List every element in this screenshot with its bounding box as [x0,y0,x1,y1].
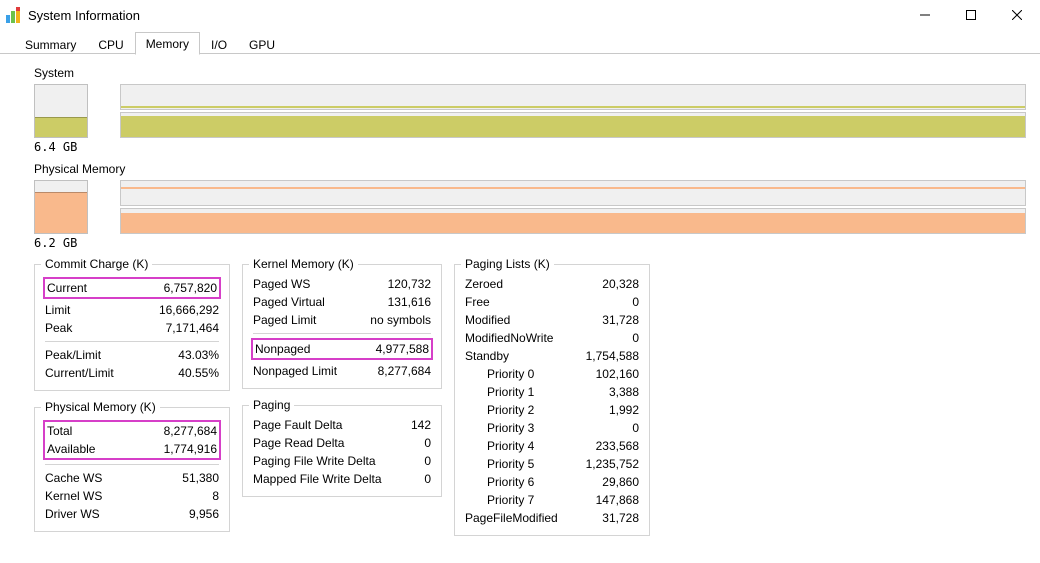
system-graph-label: System [34,66,1026,80]
commit-currlimit-label: Current/Limit [45,365,114,381]
pm-cache-value: 51,380 [182,470,219,486]
pl-modnw-label: ModifiedNoWrite [465,330,553,346]
pl-free-label: Free [465,294,490,310]
paging-legend: Paging [249,398,294,412]
commit-charge-group: Commit Charge (K) Current6,757,820 Limit… [34,264,230,391]
commit-current-label: Current [47,280,87,296]
pg-pfd-label: Page Fault Delta [253,417,342,433]
physical-gauge: 6.2 GB [34,180,88,250]
pm-driver-value: 9,956 [189,506,219,522]
pg-pfd-value: 142 [411,417,431,433]
system-gauge-caption: 6.4 GB [34,140,77,154]
pl-p6-value: 29,860 [602,474,639,490]
physical-gauge-caption: 6.2 GB [34,236,77,250]
commit-limit-value: 16,666,292 [159,302,219,318]
pl-p3-value: 0 [632,420,639,436]
pl-p5-label: Priority 5 [465,456,534,472]
pl-p4-label: Priority 4 [465,438,534,454]
close-button[interactable] [994,0,1040,30]
pl-p2-value: 1,992 [609,402,639,418]
pl-modnw-value: 0 [632,330,639,346]
physical-memory-group: Physical Memory (K) Total8,277,684 Avail… [34,407,230,532]
tab-summary[interactable]: Summary [14,34,87,55]
pl-p4-value: 233,568 [596,438,639,454]
physical-graph-label: Physical Memory [34,162,1026,176]
commit-peak-value: 7,171,464 [166,320,219,336]
pl-p2-label: Priority 2 [465,402,534,418]
paging-group: Paging Page Fault Delta142 Page Read Del… [242,405,442,497]
kernel-memory-group: Kernel Memory (K) Paged WS120,732 Paged … [242,264,442,389]
maximize-button[interactable] [948,0,994,30]
pm-driver-label: Driver WS [45,506,100,522]
pl-p7-label: Priority 7 [465,492,534,508]
tab-memory[interactable]: Memory [135,32,200,55]
km-pagedvirt-label: Paged Virtual [253,294,325,310]
commit-peaklimit-value: 43.03% [178,347,219,363]
km-nonpaged-label: Nonpaged [255,341,310,357]
window-title: System Information [28,8,140,23]
pl-p7-value: 147,868 [596,492,639,508]
tab-cpu[interactable]: CPU [87,34,134,55]
tab-io[interactable]: I/O [200,34,238,55]
pl-p1-value: 3,388 [609,384,639,400]
pm-avail-label: Available [47,441,95,457]
titlebar: System Information [0,0,1040,30]
paging-lists-legend: Paging Lists (K) [461,257,554,271]
commit-peaklimit-label: Peak/Limit [45,347,101,363]
pm-cache-label: Cache WS [45,470,102,486]
pm-avail-value: 1,774,916 [164,441,217,457]
app-icon [6,7,22,23]
minimize-button[interactable] [902,0,948,30]
pg-mfwd-label: Mapped File Write Delta [253,471,382,487]
system-gauge: 6.4 GB [34,84,88,154]
pl-zeroed-label: Zeroed [465,276,503,292]
memory-tab-content: System 6.4 GB Physical Memory 6.2 GB [0,54,1040,546]
pg-prd-label: Page Read Delta [253,435,344,451]
commit-current-value: 6,757,820 [164,280,217,296]
pg-pfwd-value: 0 [424,453,431,469]
system-history-graph [120,84,1026,138]
kernel-memory-legend: Kernel Memory (K) [249,257,358,271]
pg-mfwd-value: 0 [424,471,431,487]
pl-pfm-label: PageFileModified [465,510,558,526]
km-pagedvirt-value: 131,616 [388,294,431,310]
pm-kernel-value: 8 [212,488,219,504]
km-pagedws-label: Paged WS [253,276,310,292]
paging-lists-group: Paging Lists (K) Zeroed20,328 Free0 Modi… [454,264,650,536]
pl-standby-label: Standby [465,348,509,364]
pm-total-label: Total [47,423,72,439]
pl-free-value: 0 [632,294,639,310]
tab-strip: Summary CPU Memory I/O GPU [0,30,1040,54]
physical-history-graph [120,180,1026,234]
pl-p0-value: 102,160 [596,366,639,382]
physical-memory-legend: Physical Memory (K) [41,400,160,414]
commit-limit-label: Limit [45,302,70,318]
pl-modified-label: Modified [465,312,510,328]
commit-peak-label: Peak [45,320,72,336]
pl-p6-label: Priority 6 [465,474,534,490]
commit-currlimit-value: 40.55% [178,365,219,381]
pl-standby-value: 1,754,588 [586,348,639,364]
pl-zeroed-value: 20,328 [602,276,639,292]
pl-p0-label: Priority 0 [465,366,534,382]
km-nonpaged-value: 4,977,588 [376,341,429,357]
km-pagedlimit-label: Paged Limit [253,312,316,328]
pl-modified-value: 31,728 [602,312,639,328]
km-pagedws-value: 120,732 [388,276,431,292]
pl-p3-label: Priority 3 [465,420,534,436]
pl-pfm-value: 31,728 [602,510,639,526]
pg-pfwd-label: Paging File Write Delta [253,453,376,469]
commit-charge-legend: Commit Charge (K) [41,257,152,271]
pl-p1-label: Priority 1 [465,384,534,400]
pm-total-value: 8,277,684 [164,423,217,439]
km-pagedlimit-value: no symbols [370,312,431,328]
km-nonpagedlimit-label: Nonpaged Limit [253,363,337,379]
pm-kernel-label: Kernel WS [45,488,102,504]
pg-prd-value: 0 [424,435,431,451]
km-nonpagedlimit-value: 8,277,684 [378,363,431,379]
pl-p5-value: 1,235,752 [586,456,639,472]
tab-gpu[interactable]: GPU [238,34,286,55]
